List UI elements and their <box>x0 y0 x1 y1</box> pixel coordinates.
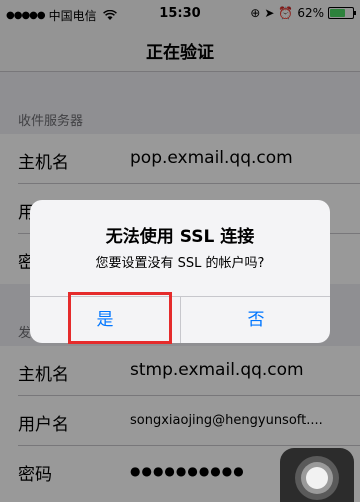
no-button[interactable]: 否 <box>181 297 330 343</box>
yes-button-highlight <box>68 292 172 344</box>
assistive-touch-button[interactable] <box>280 448 354 502</box>
alert-title: 无法使用 SSL 连接 <box>105 227 255 247</box>
alert-message: 您要设置没有 SSL 的帐户吗? <box>95 256 265 271</box>
